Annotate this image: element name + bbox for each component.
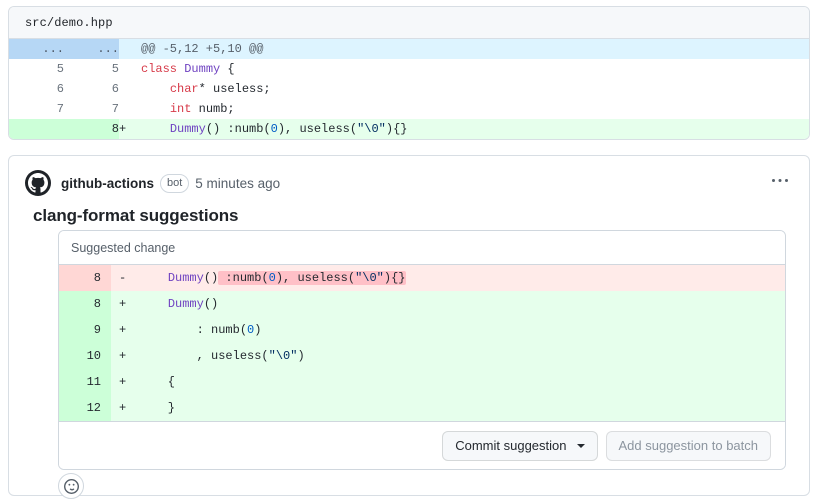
avatar[interactable]: [25, 170, 51, 196]
suggestion-row: 9+ : numb(0): [59, 317, 785, 343]
add-reaction-button[interactable]: [58, 473, 84, 499]
diff-new-line-number[interactable]: 6: [64, 79, 119, 99]
suggestion-line-number: 9: [59, 317, 111, 343]
diff-file-header: src/demo.hpp: [9, 7, 809, 39]
file-diff-card: src/demo.hpp ...... @@ -5,12 +5,10 @@ 55 cl…: [8, 6, 810, 140]
suggestion-code-line: {: [137, 369, 785, 395]
suggestion-marker: +: [111, 343, 137, 369]
suggestion-marker: +: [111, 317, 137, 343]
suggestion-line-number: 8: [59, 291, 111, 317]
diff-marker: [119, 39, 141, 59]
diff-old-line-number[interactable]: 5: [9, 59, 64, 79]
comment-header: github-actions bot 5 minutes ago: [9, 156, 809, 196]
suggestion-line-number: 10: [59, 343, 111, 369]
diff-table: ......@@ -5,12 +5,10 @@55class Dummy {66…: [9, 39, 809, 139]
suggestion-row: 8- Dummy() :numb(0), useless("\0"){}: [59, 265, 785, 291]
commit-suggestion-label: Commit suggestion: [455, 439, 566, 452]
comment-timestamp[interactable]: 5 minutes ago: [195, 176, 280, 191]
pull-request-review-comment-page: src/demo.hpp ...... @@ -5,12 +5,10 @@ 55 cl…: [0, 0, 818, 504]
diff-code-line[interactable]: class Dummy {: [141, 59, 809, 79]
diff-old-line-number[interactable]: 7: [9, 99, 64, 119]
kebab-horizontal-icon: [772, 173, 788, 189]
github-mark-icon: [28, 173, 48, 193]
suggestion-row: 8+ Dummy(): [59, 291, 785, 317]
file-path[interactable]: src/demo.hpp: [25, 16, 113, 30]
suggestion-code-line: Dummy(): [137, 291, 785, 317]
diff-old-line-number[interactable]: [9, 119, 64, 139]
suggestion-marker: +: [111, 369, 137, 395]
suggestion-code-line: Dummy() :numb(0), useless("\0"){}: [137, 265, 785, 291]
suggestion-line-number: 8: [59, 265, 111, 291]
diff-code-line[interactable]: @@ -5,12 +5,10 @@: [141, 39, 809, 59]
suggestion-code-line: : numb(0): [137, 317, 785, 343]
diff-old-line-number[interactable]: ...: [9, 39, 64, 59]
diff-new-line-number[interactable]: 7: [64, 99, 119, 119]
suggested-change-label: Suggested change: [59, 231, 785, 265]
suggestion-marker: +: [111, 395, 137, 421]
diff-marker: [119, 79, 141, 99]
add-suggestion-to-batch-button[interactable]: Add suggestion to batch: [606, 431, 772, 461]
suggestion-marker: -: [111, 265, 137, 291]
diff-code-line[interactable]: char* useless;: [141, 79, 809, 99]
chevron-down-icon: [577, 444, 585, 448]
diff-row[interactable]: 77 int numb;: [9, 99, 809, 119]
diff-new-line-number[interactable]: 8: [64, 119, 119, 139]
comment-title: clang-format suggestions: [9, 196, 809, 226]
suggestion-actions: Commit suggestion Add suggestion to batc…: [59, 421, 785, 469]
smiley-icon: [64, 479, 79, 494]
add-suggestion-to-batch-label: Add suggestion to batch: [619, 439, 759, 452]
suggestion-code-line: , useless("\0"): [137, 343, 785, 369]
suggestion-code-line: }: [137, 395, 785, 421]
diff-new-line-number[interactable]: ...: [64, 39, 119, 59]
diff-row[interactable]: 66 char* useless;: [9, 79, 809, 99]
comment-author[interactable]: github-actions: [61, 176, 154, 191]
diff-table-body: ......@@ -5,12 +5,10 @@55class Dummy {66…: [9, 39, 809, 139]
diff-code-line[interactable]: int numb;: [141, 99, 809, 119]
diff-row[interactable]: 55 class Dummy {: [9, 59, 809, 79]
suggestion-marker: +: [111, 291, 137, 317]
suggestion-row: 11+ {: [59, 369, 785, 395]
commit-suggestion-button[interactable]: Commit suggestion: [442, 431, 597, 461]
diff-marker: [119, 59, 141, 79]
suggestion-line-number: 11: [59, 369, 111, 395]
diff-marker: [119, 99, 141, 119]
suggestion-row: 12+ }: [59, 395, 785, 421]
suggestion-line-number: 12: [59, 395, 111, 421]
bot-badge: bot: [160, 174, 189, 193]
suggestion-row: 10+ , useless("\0"): [59, 343, 785, 369]
diff-row[interactable]: ...... @@ -5,12 +5,10 @@: [9, 39, 809, 59]
suggested-change-box: Suggested change 8- Dummy() :numb(0), us…: [58, 230, 786, 470]
suggestion-diff-table: 8- Dummy() :numb(0), useless("\0"){}8+ D…: [59, 265, 785, 421]
diff-marker: +: [119, 119, 141, 139]
diff-old-line-number[interactable]: 6: [9, 79, 64, 99]
diff-new-line-number[interactable]: 5: [64, 59, 119, 79]
comment-menu-button[interactable]: [765, 168, 795, 194]
diff-row[interactable]: 8+ Dummy() :numb(0), useless("\0"){}: [9, 119, 809, 139]
diff-code-line[interactable]: Dummy() :numb(0), useless("\0"){}: [141, 119, 809, 139]
suggestion-diff-body: 8- Dummy() :numb(0), useless("\0"){}8+ D…: [59, 265, 785, 421]
